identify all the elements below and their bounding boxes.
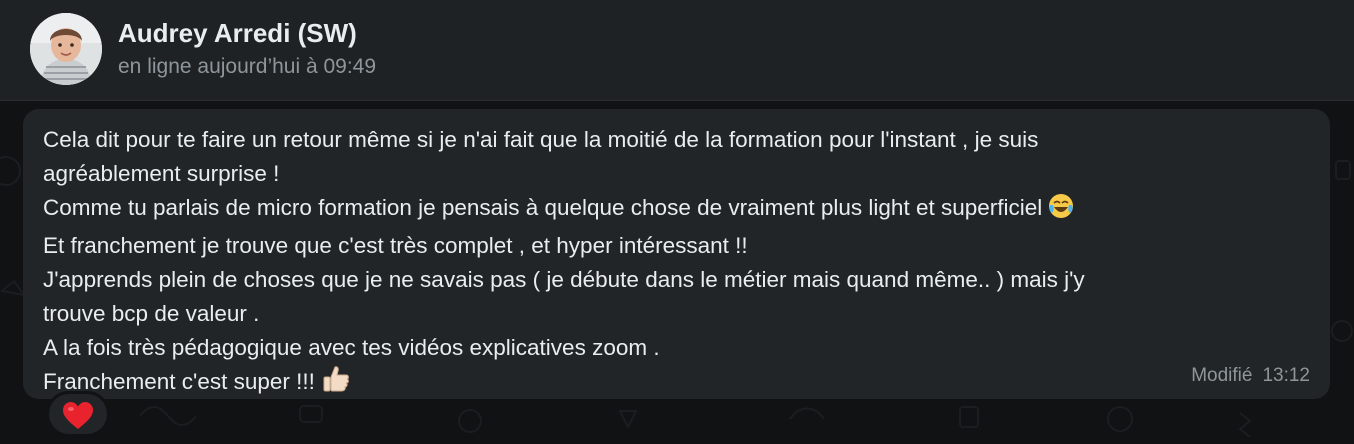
contact-status: en ligne aujourd’hui à 09:49 xyxy=(118,55,377,78)
message-line: Et franchement je trouve que c'est très … xyxy=(43,233,748,258)
message-bubble[interactable]: Cela dit pour te faire un retour même si… xyxy=(23,109,1330,399)
contact-avatar[interactable] xyxy=(30,13,102,85)
message-line: J'apprends plein de choses que je ne sav… xyxy=(43,267,1085,292)
reaction-badge[interactable] xyxy=(46,391,110,437)
message-meta: Modifié 13:12 xyxy=(1191,365,1310,387)
message-line: Franchement c'est super !!! xyxy=(43,365,1313,403)
message-line-text: Comme tu parlais de micro formation je p… xyxy=(43,195,1043,220)
message-line: A la fois très pédagogique avec tes vidé… xyxy=(43,335,660,360)
edited-label: Modifié xyxy=(1191,365,1253,386)
message-line: trouve bcp de valeur . xyxy=(43,301,260,326)
chat-area[interactable]: Cela dit pour te faire un retour même si… xyxy=(0,101,1354,444)
laughing-tears-emoji xyxy=(1048,193,1074,229)
message-line: Cela dit pour te faire un retour même si… xyxy=(43,127,1039,152)
avatar-photo xyxy=(30,13,102,85)
thumbs-up-emoji xyxy=(321,365,351,403)
chat-header: Audrey Arredi (SW) en ligne aujourd’hui … xyxy=(0,0,1354,101)
red-heart-emoji xyxy=(63,402,93,429)
message-line: agréablement surprise ! xyxy=(43,161,280,186)
message-line: Comme tu parlais de micro formation je p… xyxy=(43,191,1313,229)
message-text: Cela dit pour te faire un retour même si… xyxy=(43,123,1313,403)
message-time: 13:12 xyxy=(1262,365,1310,386)
contact-name[interactable]: Audrey Arredi (SW) xyxy=(118,18,357,49)
